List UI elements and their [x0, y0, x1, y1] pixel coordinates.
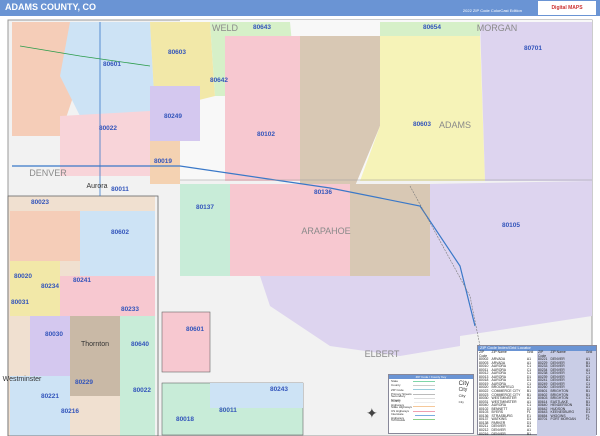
zip-label: 80011: [111, 186, 129, 193]
county-label: ARAPAHOE: [301, 226, 350, 236]
zip-label: 80023: [31, 199, 49, 206]
map-legend: ZIP Code / County Key State County ZIP C…: [388, 374, 474, 434]
zip-label: 80701: [524, 45, 542, 52]
zip-label: 80105: [502, 222, 520, 229]
zip-label: 80019: [154, 158, 172, 165]
zip-label: 80221: [41, 393, 59, 400]
table-cell: DENVER: [491, 431, 506, 436]
zip-label: 80603: [168, 49, 186, 56]
table-cell: B1: [526, 431, 532, 436]
header-bar: ADAMS COUNTY, CO 2022 ZIP Code ColorCast…: [0, 0, 600, 16]
county-label: DENVER: [29, 168, 67, 178]
county-label: ELBERT: [365, 349, 400, 359]
table-row: 80216 DENVER B1: [479, 431, 536, 436]
table-column-left: ZIP Code ZIP Name Grid 80002 ARVADA A1 80003 AR…: [478, 350, 537, 436]
zip-label: 80601: [103, 61, 121, 68]
table-column-right: ZIP Code ZIP Name Grid 80221 DENVER A1 80229 DE…: [537, 350, 596, 436]
table-cell: F1: [585, 417, 590, 422]
edition-label: 2022 ZIP Code ColorCast Edition: [462, 8, 522, 13]
zip-label: 80640: [131, 341, 149, 348]
zip-label: 80654: [423, 24, 441, 31]
legend-item: Toll Roads: [389, 418, 473, 422]
county-label: MORGAN: [477, 23, 518, 33]
zip-label: 80020: [14, 273, 32, 280]
zip-label: 80102: [257, 131, 275, 138]
county-label: ADAMS: [439, 120, 471, 130]
city-size-key: City City City City: [458, 381, 469, 404]
zip-label: 80601: [186, 326, 204, 333]
zip-label: 80249: [164, 113, 182, 120]
map-title: ADAMS COUNTY, CO: [5, 2, 97, 12]
zip-index-table: ZIP Code Index/Grid Locator ZIP Code ZIP …: [477, 345, 597, 436]
table-cell: 80701: [538, 417, 548, 422]
county-label: WELD: [212, 23, 239, 33]
zip-label: 80030: [45, 331, 63, 338]
zip-label: 80234: [41, 283, 59, 290]
zip-label: 80241: [73, 277, 91, 284]
zip-label: 80603: [413, 121, 431, 128]
zip-label: 80602: [111, 229, 129, 236]
zip-label: 80022: [99, 125, 117, 132]
zip-label: 80136: [314, 189, 332, 196]
table-cell: FORT MORGAN: [550, 417, 576, 422]
zip-label: 80243: [270, 386, 288, 393]
table-row: 80701 FORT MORGAN F1: [538, 418, 595, 422]
zip-label: 80022: [133, 387, 151, 394]
zip-label: 80137: [196, 204, 214, 211]
zip-label: 80011: [219, 407, 237, 414]
zip-label: 80229: [75, 379, 93, 386]
city-label: Aurora: [86, 183, 107, 190]
zip-label: 80018: [176, 416, 194, 423]
zip-label: 80642: [210, 77, 228, 84]
zip-label: 80233: [121, 306, 139, 313]
zip-label: 80031: [11, 299, 29, 306]
publisher-logo: Digital MAPS: [538, 1, 596, 15]
city-label: Westminster: [3, 376, 42, 383]
city-label: Thornton: [81, 341, 109, 348]
table-cell: 80216: [479, 431, 489, 436]
compass-rose-icon: ✦: [366, 405, 378, 421]
zip-label: 80643: [253, 24, 271, 31]
zip-label: 80216: [61, 408, 79, 415]
